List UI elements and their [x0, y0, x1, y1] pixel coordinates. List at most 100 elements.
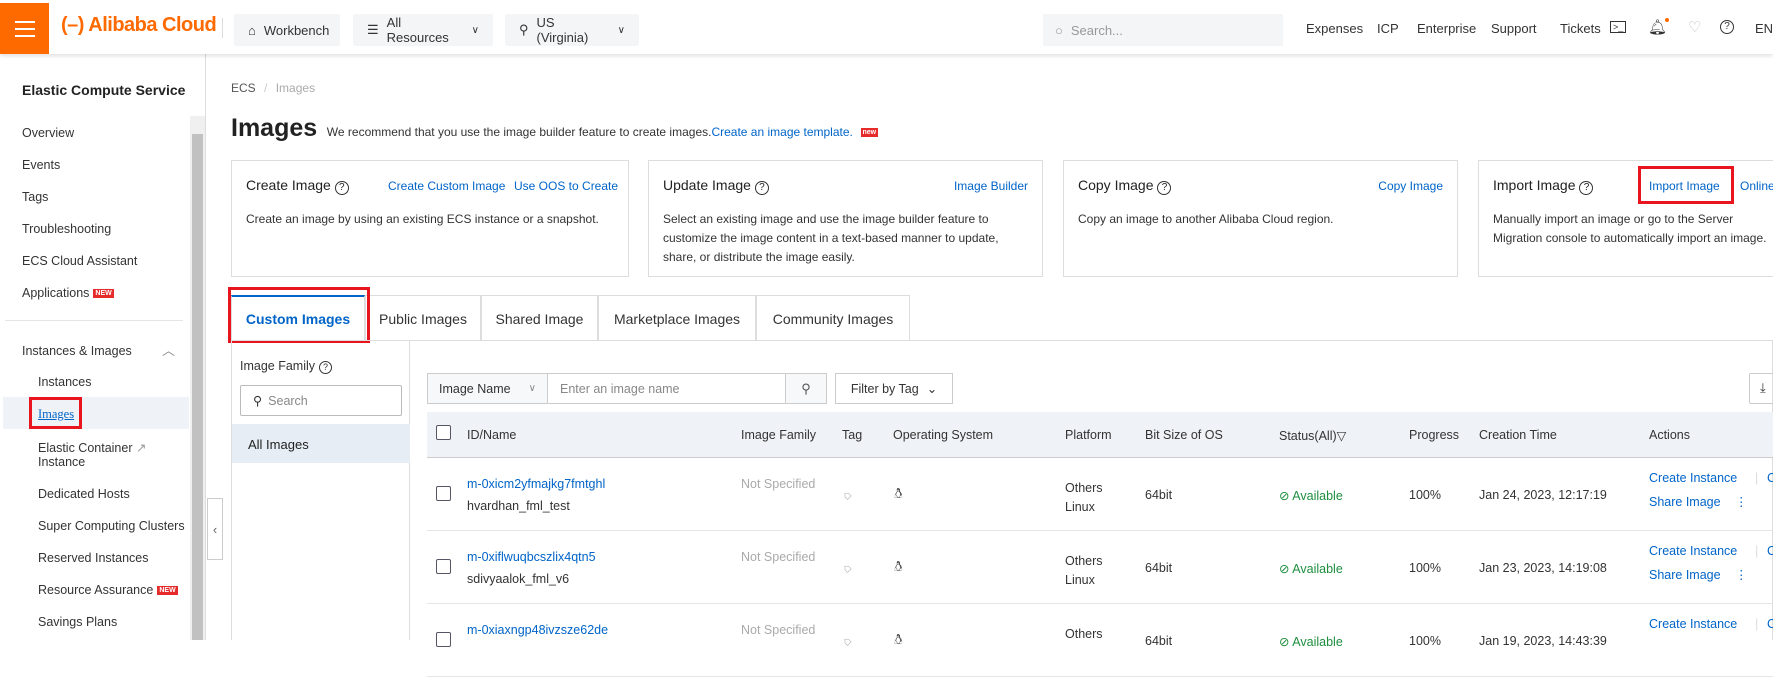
online-migration-link[interactable]: Online [1740, 179, 1773, 193]
expenses-link[interactable]: Expenses [1306, 21, 1363, 36]
row-checkbox[interactable] [436, 559, 451, 574]
share-image-link[interactable]: Share Image [1649, 495, 1721, 509]
breadcrumb-sep: / [264, 81, 268, 95]
filter-by-tag-button[interactable]: Filter by Tag ⌄ [835, 373, 953, 404]
tickets-link[interactable]: Tickets [1560, 21, 1601, 36]
card-title: Create Image? [246, 177, 349, 195]
sidebar-item-instances[interactable]: Instances [38, 375, 92, 389]
logo-bracket-icon: (–) [61, 14, 89, 36]
more-actions-icon[interactable]: ⋮ [1735, 567, 1748, 582]
image-name-input[interactable]: Enter an image name [547, 373, 786, 404]
sidebar-scrollbar[interactable] [190, 116, 205, 640]
family-all-images[interactable]: All Images [232, 424, 410, 463]
check-circle-icon: ⊘ [1279, 489, 1290, 503]
new-badge: new [860, 128, 879, 138]
card-title: Import Image? [1493, 177, 1594, 195]
status-badge: ⊘ Available [1279, 562, 1343, 576]
tab-shared-image[interactable]: Shared Image [481, 295, 598, 341]
create-template-link[interactable]: Create an image template. [711, 125, 852, 139]
tab-public-images[interactable]: Public Images [365, 295, 481, 341]
top-bar: (–) Alibaba Cloud ⌂ Workbench ☰ All Resour… [0, 0, 1773, 54]
chevron-down-icon: ∨ [617, 24, 625, 36]
copy-image-action[interactable]: Copy [1767, 471, 1773, 485]
resources-label: All Resources [386, 15, 449, 45]
filter-field-select[interactable]: Image Name ∨ [427, 373, 548, 404]
tag-icon[interactable]: ⌂ [839, 560, 854, 575]
tag-icon[interactable]: ⌂ [839, 487, 854, 502]
sidebar-item-applications[interactable]: Applications NEW [22, 286, 114, 300]
tag-icon[interactable]: ⌂ [839, 633, 854, 648]
enterprise-link[interactable]: Enterprise [1417, 21, 1476, 36]
help-icon[interactable]: ? [319, 361, 333, 374]
global-search[interactable]: ○ Search... [1043, 14, 1283, 46]
sidebar-item-images[interactable]: Images [38, 407, 74, 422]
more-actions-icon[interactable]: ⋮ [1735, 494, 1748, 509]
help-icon[interactable]: ? [754, 181, 769, 195]
tab-marketplace-images[interactable]: Marketplace Images [598, 295, 756, 341]
terminal-icon[interactable]: >_ [1610, 21, 1627, 33]
icp-link[interactable]: ICP [1377, 21, 1399, 36]
image-id-link[interactable]: m-0xiflwuqbcszlix4qtn5 [467, 550, 596, 564]
download-button[interactable]: ⤓ [1749, 373, 1773, 404]
sidebar-item-events[interactable]: Events [22, 158, 60, 172]
create-instance-link[interactable]: Create Instance [1649, 544, 1737, 558]
workbench-button[interactable]: ⌂ Workbench [234, 14, 340, 46]
region-dropdown[interactable]: ⚲ US (Virginia) ∨ [505, 14, 639, 46]
bell-icon[interactable]: 🔔︎ [1648, 18, 1670, 36]
filter-icon[interactable]: ▽ [1337, 429, 1347, 443]
sidebar-item-reserved-instances[interactable]: Reserved Instances [38, 551, 148, 565]
platform: Others [1065, 627, 1103, 641]
sidebar-divider [5, 320, 183, 321]
sidebar-item-savings-plans[interactable]: Savings Plans [38, 615, 117, 629]
applications-label: Applications [22, 286, 90, 300]
help-icon[interactable]: ? [334, 181, 349, 195]
support-link[interactable]: Support [1491, 21, 1537, 36]
language-switch[interactable]: EN [1755, 21, 1773, 36]
card-description: Copy an image to another Alibaba Cloud r… [1078, 212, 1334, 226]
sidebar-item-tags[interactable]: Tags [22, 190, 48, 204]
col-status[interactable]: Status(All)▽ [1279, 428, 1346, 443]
sidebar-item-super-computing[interactable]: Super Computing Clusters [38, 519, 185, 533]
use-oos-link[interactable]: Use OOS to Create [514, 179, 618, 193]
breadcrumb: ECS / Images [231, 81, 315, 95]
eci-label: Elastic Container [38, 441, 133, 455]
share-image-link[interactable]: Share Image [1649, 568, 1721, 582]
menu-button[interactable] [0, 3, 49, 54]
image-family: Not Specified [741, 550, 816, 564]
copy-image-action[interactable]: Copy [1767, 617, 1773, 631]
image-id-link[interactable]: m-0xiaxngp48ivzsze62de [467, 623, 608, 637]
sidebar-item-troubleshooting[interactable]: Troubleshooting [22, 222, 111, 236]
image-id-link[interactable]: m-0xicm2yfmajkg7fmtghl [467, 477, 605, 491]
sidebar-item-dedicated-hosts[interactable]: Dedicated Hosts [38, 487, 130, 501]
breadcrumb-ecs[interactable]: ECS [231, 81, 256, 95]
card-description: Select an existing image and use the ima… [663, 212, 999, 264]
image-builder-link[interactable]: Image Builder [954, 179, 1028, 193]
search-button[interactable]: ⚲ [785, 373, 827, 404]
copy-image-action[interactable]: Copy [1767, 544, 1773, 558]
create-instance-link[interactable]: Create Instance [1649, 471, 1737, 485]
sidebar-item-overview[interactable]: Overview [22, 126, 74, 140]
sidebar-group-instances-images[interactable]: Instances & Images [22, 344, 132, 358]
update-image-card: Update Image? Image Builder Select an ex… [648, 160, 1043, 277]
tab-community-images[interactable]: Community Images [756, 295, 910, 341]
family-search-input[interactable]: ⚲ Search [240, 385, 402, 416]
all-resources-dropdown[interactable]: ☰ All Resources ∨ [353, 14, 493, 46]
create-instance-link[interactable]: Create Instance [1649, 617, 1737, 631]
sidebar-item-eci[interactable]: Elastic Container ↗ Instance [38, 440, 146, 469]
sidebar-item-resource-assurance[interactable]: Resource Assurance NEW [38, 583, 178, 597]
select-all-checkbox[interactable] [436, 425, 451, 440]
help-icon[interactable]: ? [1579, 181, 1594, 195]
row-checkbox[interactable] [436, 486, 451, 501]
copy-image-link[interactable]: Copy Image [1378, 179, 1443, 193]
sidebar-item-cloud-assistant[interactable]: ECS Cloud Assistant [22, 254, 137, 268]
create-custom-image-link[interactable]: Create Custom Image [388, 179, 505, 193]
external-link-icon: ↗ [135, 441, 147, 455]
help-icon[interactable]: ? [1720, 20, 1734, 34]
alibaba-cloud-logo[interactable]: (–) Alibaba Cloud [61, 14, 217, 37]
image-name: sdivyaalok_fml_v6 [467, 572, 570, 586]
creation-time: Jan 23, 2023, 14:19:08 [1479, 561, 1607, 575]
chevron-up-icon[interactable]: ︿ [162, 340, 175, 359]
lightbulb-icon[interactable]: ♡ [1688, 18, 1701, 36]
help-icon[interactable]: ? [1157, 181, 1172, 195]
collapse-sidebar-button[interactable]: ‹ [207, 498, 223, 560]
